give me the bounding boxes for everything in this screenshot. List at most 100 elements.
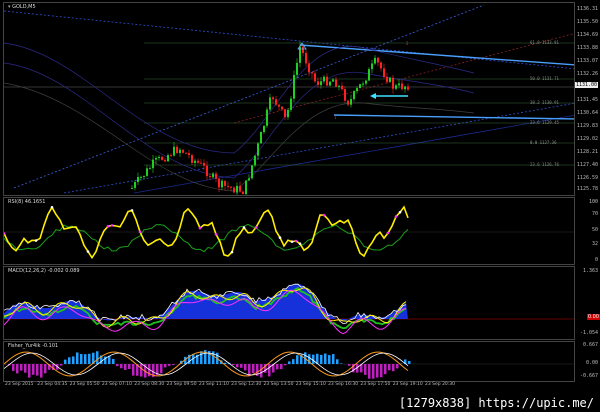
fisher-bar	[244, 364, 247, 371]
wave-label: 2	[406, 41, 409, 46]
fisher-bar	[200, 351, 203, 364]
fibo-label: 38.2 1130.91	[530, 100, 559, 105]
candle-body	[296, 62, 298, 75]
rsi-dot	[398, 211, 402, 214]
main-chart-pane[interactable]: ▾ GOLD,M5 2 1 61.8 1133.81 50.0 1131.71 …	[3, 2, 575, 196]
time-label: 23 Sep 08:30	[134, 382, 165, 387]
candle-body	[236, 185, 238, 193]
candle-body	[242, 191, 244, 195]
fisher-bar	[332, 354, 335, 364]
fisher-label: Fisher_Yur4ik -0.101	[8, 343, 59, 349]
fisher-bar	[388, 364, 391, 371]
fisher-bar	[392, 364, 395, 372]
time-label: 23 Sep 15:10	[295, 382, 326, 387]
fisher-bar	[328, 355, 331, 364]
fisher-bar	[348, 364, 351, 366]
time-label: 23 Sep 11:10	[198, 382, 229, 387]
candle-body	[404, 86, 406, 90]
candle-body	[188, 153, 190, 156]
fibo-label: 23.6 1129.45	[530, 120, 559, 125]
rsi-chart	[4, 205, 574, 260]
candle-body	[281, 106, 283, 110]
rsi-dot	[50, 206, 54, 209]
macd-pane[interactable]: MACD(12,26,2) -0.002 0.089	[3, 266, 575, 340]
rsi-label: RSI(8) 46.1651	[8, 199, 46, 205]
macd-zero-flag: 0.00	[586, 314, 600, 320]
fisher-bar	[384, 364, 387, 375]
time-label: 23 Sep 12:30	[231, 382, 262, 387]
rsi-axis: 100 70 50 32 0	[575, 197, 600, 265]
time-label: 23 Sep 17:50	[360, 382, 391, 387]
fisher-bar	[268, 364, 271, 377]
candle-body	[377, 57, 379, 63]
candle-body	[278, 104, 280, 107]
candle-body	[134, 182, 136, 188]
candle-body	[326, 76, 328, 86]
candle-body	[215, 173, 217, 179]
fisher-bar	[396, 364, 399, 369]
candle-body	[350, 99, 352, 105]
candle-body	[302, 46, 304, 53]
fisher-bar	[128, 364, 131, 370]
rsi-dot	[198, 226, 202, 230]
candle-body	[221, 180, 223, 188]
candle-body	[218, 178, 220, 188]
candle-body	[197, 160, 199, 163]
fisher-chart	[4, 350, 574, 379]
fisher-bar	[252, 364, 255, 374]
price-axis: 1136.31 1135.50 1134.69 1133.88 1133.07 …	[575, 2, 600, 196]
fisher-pane[interactable]: Fisher_Yur4ik -0.101	[3, 341, 575, 382]
candle-body	[287, 109, 289, 118]
channel-line	[63, 102, 574, 194]
candle-body	[347, 100, 349, 105]
rsi-pane[interactable]: RSI(8) 46.1651	[3, 197, 575, 265]
candle-body	[257, 143, 259, 156]
candle-body	[263, 125, 265, 132]
time-label: 23 Sep 2015	[5, 382, 34, 387]
fisher-bar	[36, 364, 39, 376]
fisher-bar	[164, 364, 167, 368]
fisher-bar	[276, 364, 279, 370]
fisher-bar	[340, 363, 343, 364]
candle-body	[260, 131, 262, 144]
support-trendline	[333, 114, 574, 120]
rsi-dot	[34, 239, 38, 242]
fisher-bar	[12, 364, 15, 371]
fisher-bar	[132, 364, 135, 376]
symbol-label: ▾ GOLD,M5	[8, 4, 36, 10]
fisher-bar	[28, 364, 31, 378]
candle-body	[143, 175, 145, 177]
fisher-bar	[44, 364, 47, 374]
candle-body	[170, 155, 172, 157]
fibo-label: 50.0 1131.71	[530, 76, 559, 81]
fisher-bar	[16, 364, 19, 374]
fisher-bar	[320, 354, 323, 364]
candle-body	[311, 72, 313, 74]
candle-body	[227, 185, 229, 187]
time-label: 23 Sep 19:10	[392, 382, 423, 387]
candle-body	[191, 155, 193, 163]
candle-body	[182, 149, 184, 153]
fisher-bar	[84, 354, 87, 364]
fisher-bar	[364, 364, 367, 375]
rsi-dot	[298, 242, 302, 246]
fisher-bar	[372, 364, 375, 379]
fisher-bar	[116, 364, 119, 367]
candle-body	[395, 85, 397, 89]
fisher-bar	[88, 353, 91, 364]
candle-body	[149, 168, 151, 170]
candle-body	[146, 168, 148, 176]
candle-body	[371, 63, 373, 70]
fisher-bar	[284, 364, 287, 366]
fisher-bar	[40, 364, 43, 378]
fisher-bar	[236, 364, 239, 368]
candle-body	[164, 159, 166, 162]
candle-body	[389, 77, 391, 82]
rsi-dot	[242, 226, 246, 229]
candle-body	[398, 83, 400, 86]
candle-body	[320, 81, 322, 86]
fisher-bar	[112, 358, 115, 364]
candle-body	[254, 155, 256, 166]
time-label: 23 Sep 07:10	[101, 382, 132, 387]
watermark: [1279x838] https://upic.me/	[398, 396, 594, 410]
